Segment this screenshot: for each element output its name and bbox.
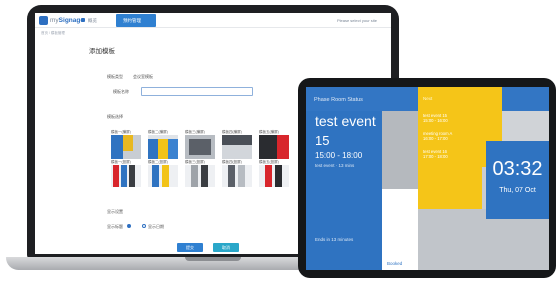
booked-panel bbox=[382, 189, 418, 270]
template-card-9[interactable]: 模板四(竖屏) bbox=[222, 159, 252, 187]
room-status-title: Phase Room Status bbox=[314, 97, 363, 103]
event-time: 15:00 - 18:00 bbox=[315, 151, 363, 160]
template-thumbnail bbox=[222, 135, 252, 159]
template-thumbnail bbox=[185, 135, 215, 159]
template-card-4[interactable]: 模板四(横屏) bbox=[222, 129, 252, 159]
radio-show-date-label: 显示日期 bbox=[148, 224, 164, 229]
clock-time: 03:32 bbox=[492, 158, 543, 180]
brand-logo[interactable]: mySignage bbox=[50, 16, 84, 25]
laptop-notch bbox=[185, 257, 241, 261]
upcoming-heading: Next bbox=[423, 96, 433, 101]
background-panel bbox=[382, 111, 418, 189]
event-title: test event bbox=[315, 113, 376, 129]
logo-icon bbox=[39, 16, 48, 25]
site-selector[interactable]: Please select your site bbox=[337, 17, 377, 24]
nav-item-overview[interactable]: 概览 bbox=[88, 17, 97, 24]
app-topbar: mySignage 概览 预约管理 Please select your sit… bbox=[35, 13, 391, 28]
template-card-8[interactable]: 模板三(竖屏) bbox=[185, 159, 215, 187]
radio-show-date[interactable] bbox=[142, 224, 146, 228]
nav-item-active[interactable]: 预约管理 bbox=[116, 14, 156, 27]
upcoming-item: test event 15 15:00 - 16:00 bbox=[423, 113, 448, 123]
template-thumbnail bbox=[111, 135, 141, 159]
template-card-3[interactable]: 模板三(横屏) bbox=[185, 129, 215, 159]
radio-show-title[interactable] bbox=[127, 224, 131, 228]
template-type-value: 会议室模板 bbox=[133, 74, 153, 79]
event-footer: Ends in 13 minutes bbox=[315, 237, 354, 242]
template-card-6[interactable]: 模板一(竖屏) bbox=[111, 159, 141, 187]
template-thumbnail bbox=[148, 135, 178, 159]
booked-label[interactable]: Booked bbox=[387, 261, 402, 266]
template-card-10[interactable]: 模板五(竖屏) bbox=[259, 159, 289, 187]
template-thumbnail bbox=[259, 135, 289, 159]
radio-show-title-label: 显示标题 bbox=[107, 224, 123, 229]
template-name-input[interactable] bbox=[141, 87, 253, 96]
template-thumbnail bbox=[185, 165, 215, 187]
event-day: 15 bbox=[315, 133, 330, 148]
submit-button[interactable]: 提交 bbox=[177, 243, 203, 252]
template-thumbnail bbox=[148, 165, 178, 187]
template-thumbnail bbox=[222, 165, 252, 187]
template-type-label: 模板类型 bbox=[107, 74, 123, 79]
page-title: 添加模板 bbox=[89, 48, 115, 55]
event-organizer: test event · 13 mins bbox=[315, 163, 355, 168]
templates-label: 模板选择 bbox=[107, 114, 123, 119]
upcoming-item: test event 16 17:00 - 18:00 bbox=[423, 149, 448, 159]
breadcrumb: 首页 / 模板管理 bbox=[41, 31, 65, 35]
display-settings-label: 显示设置 bbox=[107, 209, 123, 214]
template-card-7[interactable]: 模板二(竖屏) bbox=[148, 159, 178, 187]
template-card-5[interactable]: 模板五(横屏) bbox=[259, 129, 289, 159]
home-icon bbox=[81, 18, 85, 22]
tablet-screen: Phase Room Status test event 15 15:00 - … bbox=[306, 87, 549, 270]
cancel-button[interactable]: 取消 bbox=[213, 243, 239, 252]
template-card-1[interactable]: 模板一(横屏) bbox=[111, 129, 141, 159]
upcoming-panel bbox=[418, 87, 482, 209]
template-name-label: 模板名称 bbox=[113, 89, 129, 94]
template-card-2[interactable]: 模板二(横屏) bbox=[148, 129, 178, 159]
template-thumbnail bbox=[259, 165, 289, 187]
clock-date: Thu, 07 Oct bbox=[499, 187, 536, 194]
template-thumbnail bbox=[111, 165, 141, 187]
upcoming-item: meeting room A 16:00 - 17:00 bbox=[423, 131, 453, 141]
